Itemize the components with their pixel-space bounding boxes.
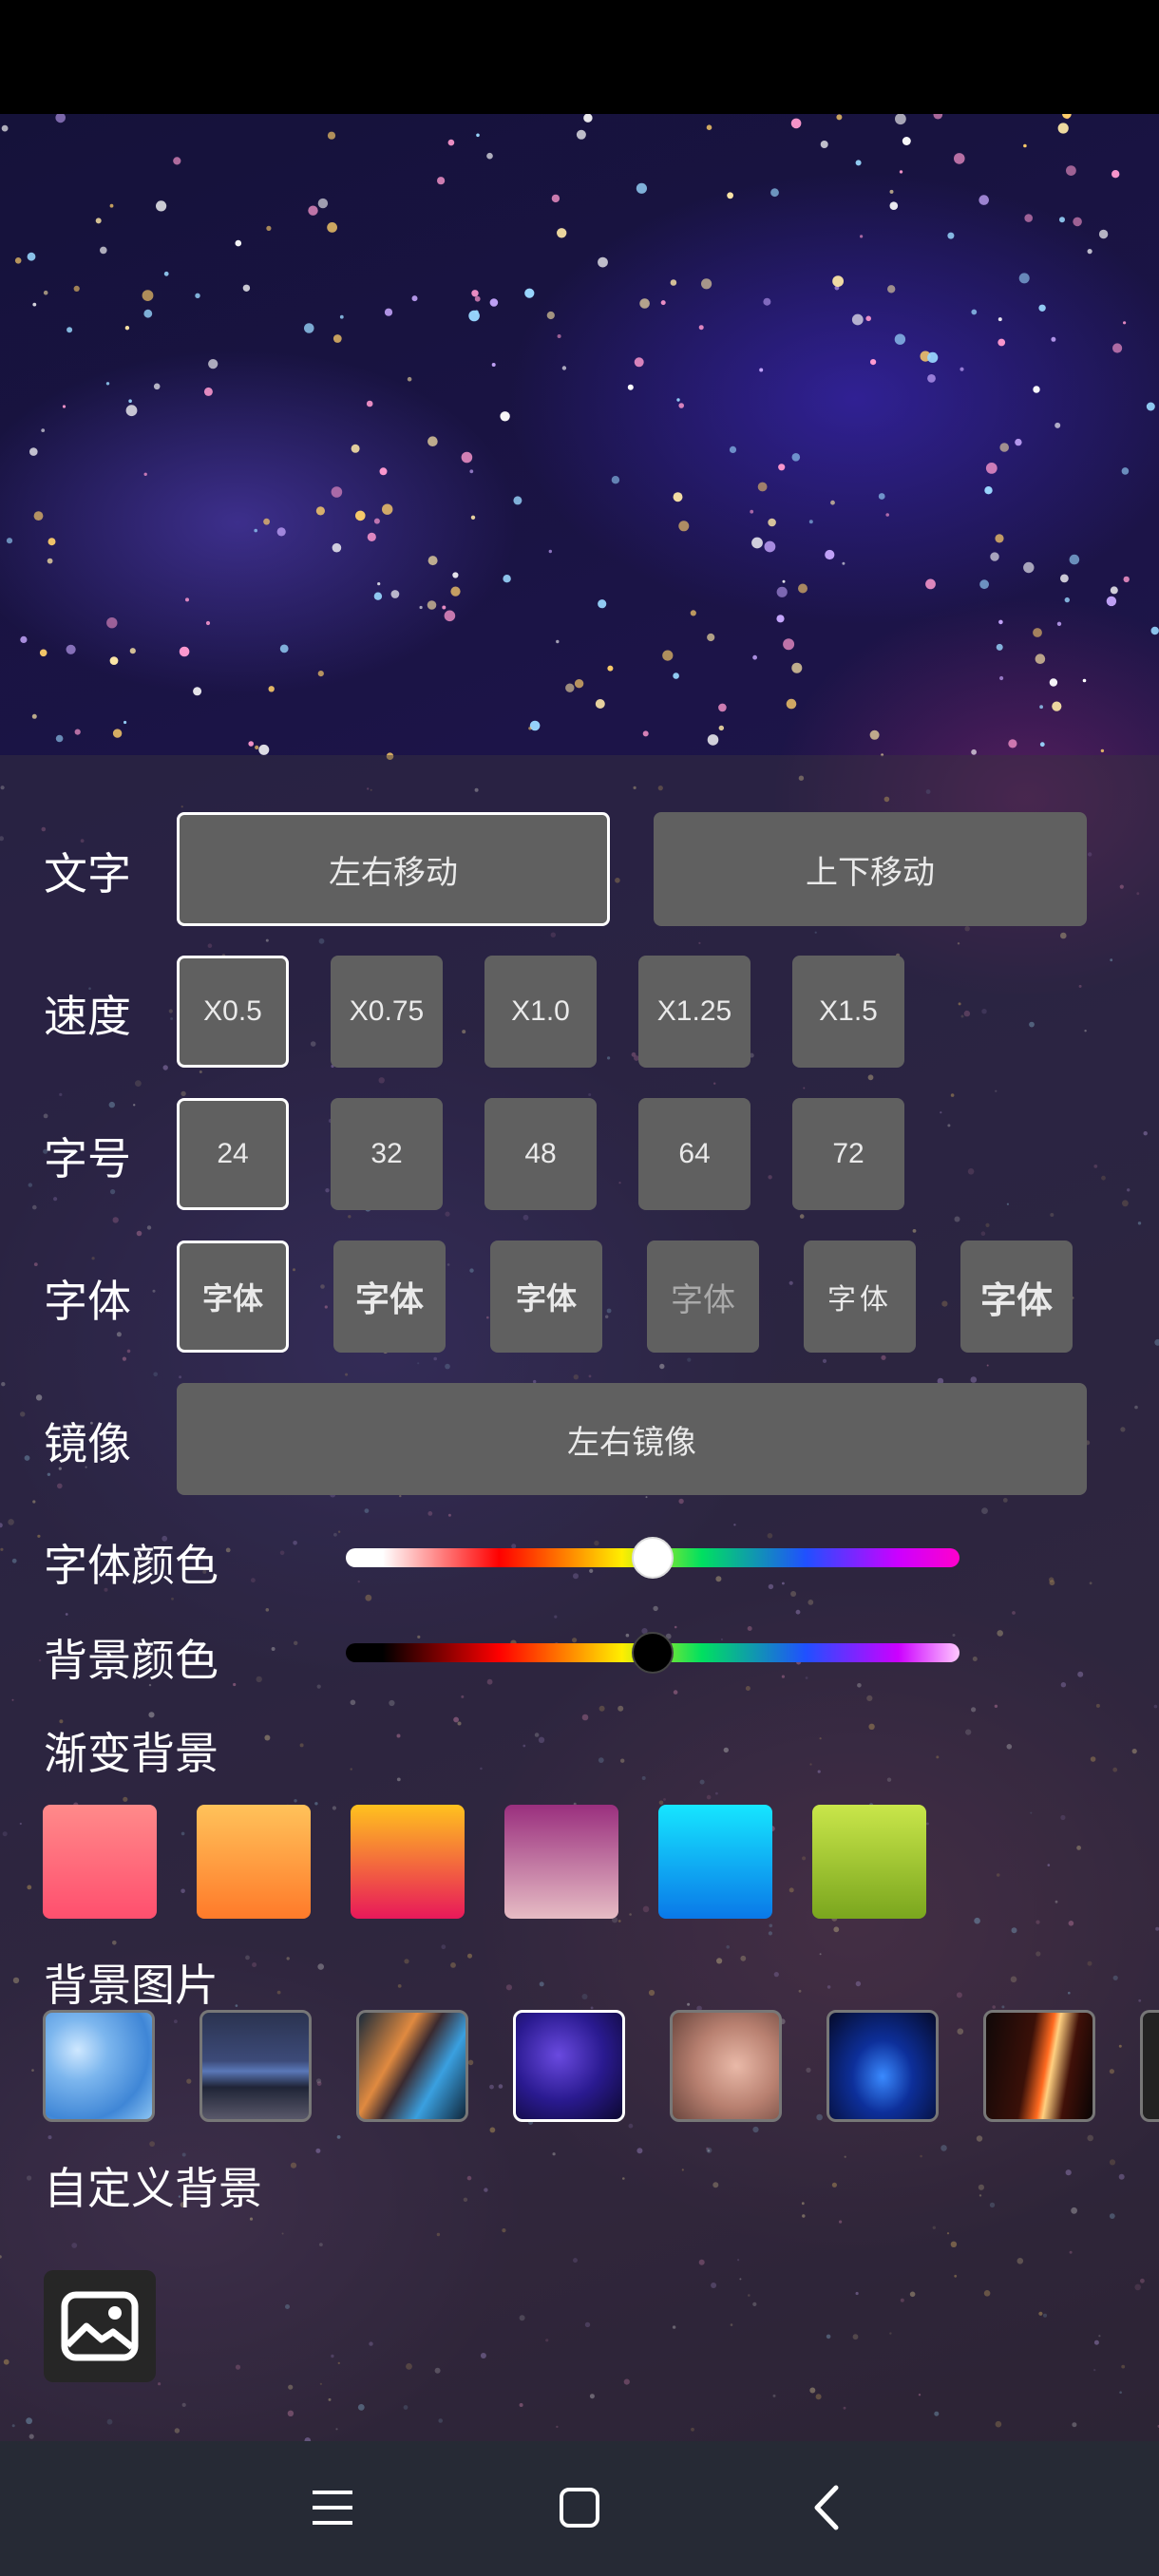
bg-image-light-streaks[interactable] xyxy=(356,2010,468,2122)
size-64-button[interactable]: 64 xyxy=(638,1098,750,1210)
speed-label: 速度 xyxy=(44,991,131,1042)
speed-1.0-button[interactable]: X1.0 xyxy=(484,956,597,1068)
mirror-label: 镜像 xyxy=(44,1418,131,1469)
gradient-swatch-3[interactable] xyxy=(351,1805,465,1919)
font-color-slider-thumb[interactable] xyxy=(632,1537,674,1579)
font-style-4-button[interactable]: 字体 xyxy=(647,1241,759,1353)
size-72-button[interactable]: 72 xyxy=(792,1098,904,1210)
status-bar xyxy=(0,0,1159,114)
font-style-2-button[interactable]: 字体 xyxy=(333,1241,446,1353)
size-48-button[interactable]: 48 xyxy=(484,1098,597,1210)
image-icon xyxy=(61,2291,139,2361)
home-icon xyxy=(560,2488,599,2528)
font-family-label: 字体 xyxy=(44,1276,131,1327)
text-mode-label: 文字 xyxy=(44,848,131,900)
gradient-swatch-5[interactable] xyxy=(658,1805,772,1919)
gradient-swatch-2[interactable] xyxy=(197,1805,311,1919)
bg-image-galaxy[interactable] xyxy=(826,2010,939,2122)
mirror-horizontal-button[interactable]: 左右镜像 xyxy=(177,1383,1087,1495)
size-32-button[interactable]: 32 xyxy=(331,1098,443,1210)
gradient-swatch-1[interactable] xyxy=(43,1805,157,1919)
gradient-swatch-4[interactable] xyxy=(504,1805,618,1919)
font-style-3-button[interactable]: 字体 xyxy=(490,1241,602,1353)
back-button[interactable] xyxy=(779,2470,874,2546)
size-24-button[interactable]: 24 xyxy=(177,1098,289,1210)
bg-color-label: 背景颜色 xyxy=(44,1635,218,1686)
bg-image-label: 背景图片 xyxy=(44,1960,218,2011)
bg-image-planet[interactable] xyxy=(983,2010,1095,2122)
gradient-bg-label: 渐变背景 xyxy=(44,1728,218,1779)
bg-color-slider-thumb[interactable] xyxy=(632,1632,674,1674)
bg-image-night-city[interactable] xyxy=(200,2010,312,2122)
home-button[interactable] xyxy=(532,2470,627,2546)
font-size-label: 字号 xyxy=(44,1133,131,1184)
speed-0.5-button[interactable]: X0.5 xyxy=(177,956,289,1068)
speed-1.25-button[interactable]: X1.25 xyxy=(638,956,750,1068)
custom-bg-label: 自定义背景 xyxy=(44,2163,262,2214)
font-style-6-button[interactable]: 字体 xyxy=(960,1241,1073,1353)
navigation-bar xyxy=(0,2441,1159,2576)
move-vertical-button[interactable]: 上下移动 xyxy=(654,812,1087,926)
font-style-5-button[interactable]: 字体 xyxy=(804,1241,916,1353)
speed-0.75-button[interactable]: X0.75 xyxy=(331,956,443,1068)
font-style-1-button[interactable]: 字体 xyxy=(177,1241,289,1353)
bg-image-more[interactable] xyxy=(1140,2010,1159,2122)
screen: 文字 左右移动 上下移动 速度 X0.5 X0.75 X1.0 X1.25 X1… xyxy=(0,0,1159,2576)
move-horizontal-button[interactable]: 左右移动 xyxy=(177,812,610,926)
font-color-label: 字体颜色 xyxy=(44,1540,218,1591)
menu-button[interactable] xyxy=(285,2470,380,2546)
speed-1.5-button[interactable]: X1.5 xyxy=(792,956,904,1068)
back-icon xyxy=(814,2485,839,2530)
gradient-swatch-6[interactable] xyxy=(812,1805,926,1919)
bg-image-particles[interactable] xyxy=(513,2010,625,2122)
menu-icon xyxy=(313,2491,352,2525)
bg-image-water[interactable] xyxy=(43,2010,155,2122)
bg-image-hearts[interactable] xyxy=(670,2010,782,2122)
custom-bg-button[interactable] xyxy=(44,2270,156,2382)
